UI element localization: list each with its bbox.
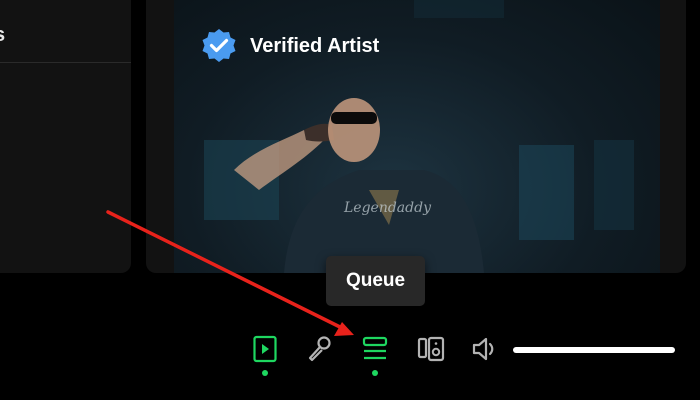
- verified-check-icon: [202, 29, 236, 62]
- queue-icon: [362, 336, 388, 360]
- volume-icon: [472, 337, 494, 361]
- mute-button[interactable]: [470, 334, 500, 364]
- verified-badge: Verified Artist: [200, 27, 379, 65]
- now-playing-icon: [253, 335, 277, 363]
- left-panel-title: s: [0, 24, 5, 47]
- active-indicator-dot: [262, 370, 268, 376]
- active-indicator-dot: [372, 370, 378, 376]
- lyrics-button[interactable]: [304, 334, 334, 364]
- microphone-icon: [308, 336, 331, 362]
- verified-artist-label: Verified Artist: [250, 34, 380, 57]
- speaker-device-icon: [417, 336, 445, 362]
- artist-card[interactable]: Legendaddy Verified Artist: [146, 0, 686, 273]
- jersey-lettering: Legendaddy: [343, 200, 432, 216]
- volume-slider[interactable]: [513, 347, 675, 353]
- now-playing-view-button[interactable]: [250, 334, 280, 376]
- queue-tooltip: Queue: [326, 256, 425, 306]
- left-panel: s: [0, 0, 131, 273]
- divider: [0, 62, 131, 63]
- queue-button[interactable]: [360, 334, 390, 376]
- connect-device-button[interactable]: [416, 334, 446, 364]
